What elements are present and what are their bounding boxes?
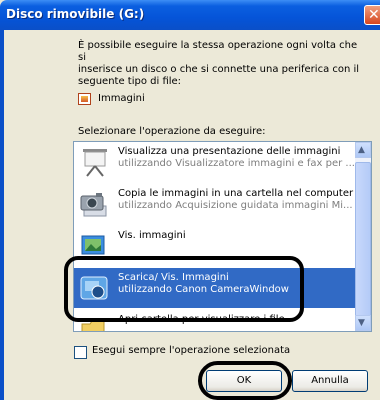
chevron-down-icon: ▼ [358,318,365,328]
select-operation-label: Selezionare l'operazione da eseguire: [78,126,266,137]
close-button[interactable]: ✕ [364,5,380,25]
window-frame [0,30,4,400]
scroll-down-button[interactable]: ▼ [355,315,371,331]
action-title: Visualizza una presentazione delle immag… [118,146,341,157]
pictures-icon [78,93,91,105]
cancel-button[interactable]: Annulla [292,370,368,392]
chevron-up-icon: ▲ [358,145,365,155]
scroll-up-button[interactable]: ▲ [355,142,371,158]
highlight-ring [198,361,292,400]
projector-screen-icon [83,149,107,177]
close-icon: ✕ [368,7,380,23]
title-bar[interactable]: Disco rimovibile (G:) ✕ [0,0,380,30]
always-do-checkbox[interactable] [74,346,87,359]
list-scrollbar[interactable]: ▲ ▼ [355,142,371,331]
camera-icon [80,193,107,217]
autoplay-dialog: Disco rimovibile (G:) ✕ È possibile eseg… [0,0,380,400]
list-item[interactable]: Visualizza una presentazione delle immag… [74,142,355,182]
action-subtitle: utilizzando Visualizzatore immagini e fa… [118,158,355,169]
window-title: Disco rimovibile (G:) [6,7,145,21]
always-do-label: Esegui sempre l'operazione selezionata [92,345,291,356]
scroll-thumb[interactable] [355,162,371,317]
description-line: inserisce un disco o che si connette una… [78,64,360,75]
highlight-ring [64,256,304,322]
action-title: Copia le immagini in una cartella nel co… [118,188,354,199]
action-title: Vis. immagini [118,230,186,241]
description-line: seguente tipo di file: [78,76,182,87]
action-subtitle: utilizzando Acquisizione guidata immagin… [118,200,353,211]
list-item[interactable]: Copia le immagini in una cartella nel co… [74,184,355,224]
description-line: È possibile eseguire la stessa operazion… [78,40,358,63]
file-type-label: Immagini [98,93,145,104]
description: È possibile eseguire la stessa operazion… [78,40,368,88]
